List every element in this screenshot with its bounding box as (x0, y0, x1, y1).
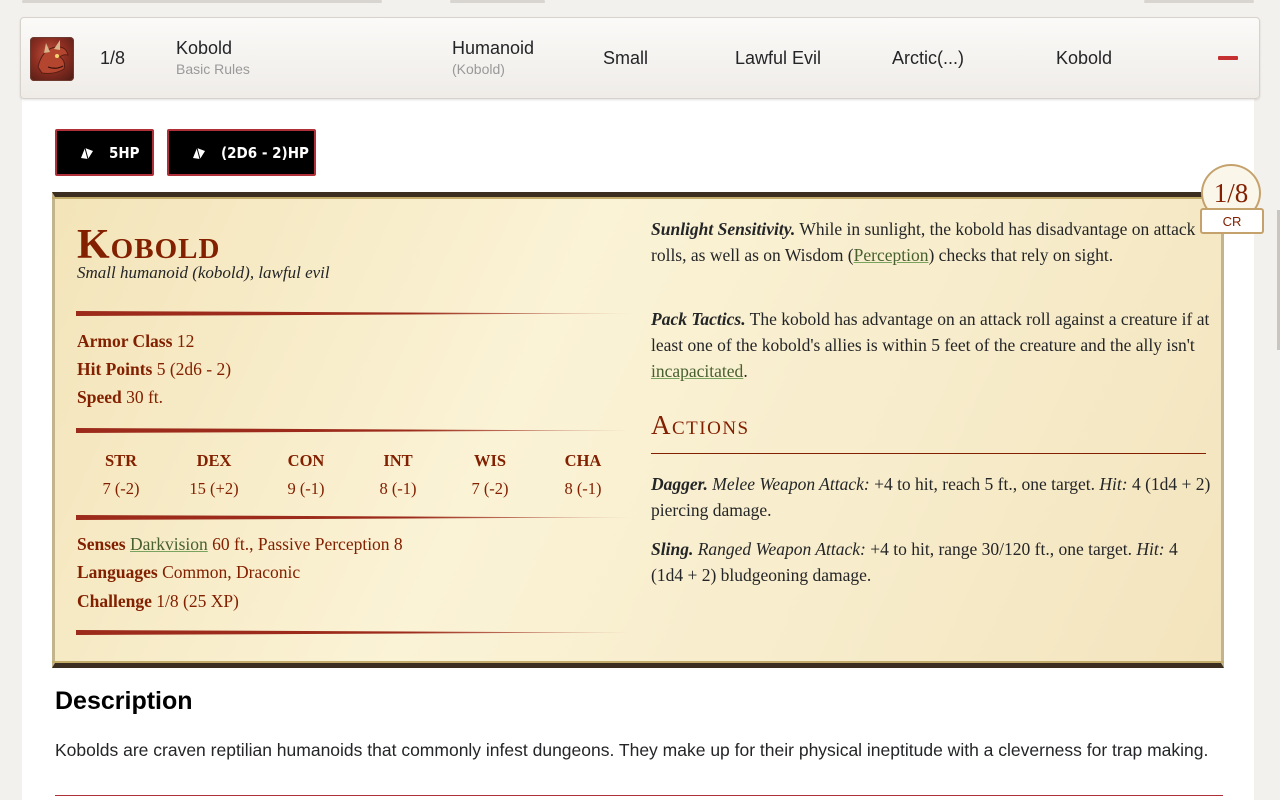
action-type: Melee Weapon Attack: (712, 474, 870, 494)
kobold-portrait-icon[interactable] (30, 37, 74, 81)
monster-alignment: Lawful Evil (735, 48, 822, 68)
languages: Languages Common, Draconic (77, 562, 300, 583)
action-hit-label: Hit: (1136, 539, 1165, 559)
speed-label: Speed (77, 387, 122, 407)
monster-environment: Arctic(...) (892, 48, 964, 68)
ability-name: INT (383, 451, 413, 470)
armor-class-value: 12 (176, 331, 195, 351)
ability-score: 9 (287, 479, 296, 498)
ability-cha: CHA 8 (-1) (548, 451, 618, 499)
monster-type: Humanoid (452, 38, 535, 58)
cr-badge-label: CR (1200, 208, 1264, 234)
roll-hp-average-label: 5HP (109, 143, 140, 162)
page-gutter-left (0, 0, 22, 800)
ability-score: 8 (379, 479, 388, 498)
description-divider (55, 795, 1223, 796)
ability-dex: DEX 15 (+2) (179, 451, 249, 499)
description-heading: Description (55, 687, 193, 715)
ability-name: WIS (473, 451, 507, 470)
ability-modifier: (-1) (391, 479, 417, 498)
ability-score: 15 (189, 479, 206, 498)
action-text: +4 to hit, range 30/120 ft., one target. (870, 539, 1133, 559)
monster-subtype: (Kobold) (452, 61, 505, 77)
ability-name: CHA (564, 451, 602, 470)
trait-sunlight-sensitivity: Sunlight Sensitivity. While in sunlight,… (651, 216, 1211, 268)
hit-points: Hit Points 5 (2d6 - 2) (77, 359, 231, 380)
speed: Speed 30 ft. (77, 387, 163, 408)
ability-score: 7 (471, 479, 480, 498)
ability-name: DEX (196, 451, 232, 470)
tapered-rule (76, 630, 631, 635)
senses-value: 60 ft., Passive Perception 8 (212, 534, 403, 554)
tapered-rule (76, 311, 631, 316)
action-dagger: Dagger. Melee Weapon Attack: +4 to hit, … (651, 471, 1211, 523)
senses: Senses Darkvision 60 ft., Passive Percep… (77, 534, 403, 555)
speed-value: 30 ft. (126, 387, 164, 407)
hit-points-label: Hit Points (77, 359, 153, 379)
ability-modifier: (+2) (210, 479, 239, 498)
ability-int: INT 8 (-1) (363, 451, 433, 499)
trait-text: ) checks that rely on sight. (928, 245, 1114, 265)
roll-hp-formula-button[interactable]: (2D6 - 2)HP (167, 129, 316, 176)
statblock-name: Kobold (77, 222, 221, 268)
action-hit-label: Hit: (1099, 474, 1128, 494)
cr-badge: 1/8 CR (1200, 164, 1264, 238)
statblock-meta: Small humanoid (kobold), lawful evil (77, 263, 330, 282)
actions-rule (651, 453, 1206, 454)
ability-wis: WIS 7 (-2) (455, 451, 525, 499)
senses-label: Senses (77, 534, 126, 554)
action-type: Ranged Weapon Attack: (697, 539, 866, 559)
ability-str: STR 7 (-2) (86, 451, 156, 499)
trait-title: Sunlight Sensitivity. (651, 219, 796, 239)
challenge: Challenge 1/8 (25 XP) (77, 591, 239, 612)
monster-tag: Kobold (1056, 48, 1113, 68)
monster-size: Small (603, 48, 649, 68)
action-sling: Sling. Ranged Weapon Attack: +4 to hit, … (651, 536, 1211, 588)
page-gutter-right (1254, 0, 1280, 800)
languages-label: Languages (77, 562, 158, 582)
perception-link[interactable]: Perception (854, 245, 929, 265)
monster-list-row[interactable]: 1/8 Kobold Basic Rules Humanoid (Kobold)… (20, 17, 1260, 99)
tapered-rule (76, 515, 631, 520)
dice-icon (81, 147, 93, 159)
actions-heading: Actions (651, 410, 750, 440)
trait-title: Pack Tactics. (651, 309, 746, 329)
collapse-minus-icon[interactable] (1218, 56, 1238, 60)
action-title: Dagger. (651, 474, 708, 494)
ability-modifier: (-1) (576, 479, 602, 498)
ability-con: CON 9 (-1) (271, 451, 341, 499)
monster-source: Basic Rules (176, 61, 250, 77)
languages-value: Common, Draconic (162, 562, 301, 582)
challenge-label: Challenge (77, 591, 152, 611)
tapered-rule (76, 428, 631, 433)
darkvision-link[interactable]: Darkvision (130, 534, 208, 554)
ability-score: 8 (564, 479, 573, 498)
monster-cr: 1/8 (100, 48, 126, 68)
hit-points-value: 5 (2d6 - 2) (156, 359, 232, 379)
stat-block: Kobold Small humanoid (kobold), lawful e… (52, 192, 1224, 668)
challenge-value: 1/8 (25 XP) (156, 591, 239, 611)
incapacitated-link[interactable]: incapacitated (651, 361, 743, 381)
ability-modifier: (-2) (483, 479, 509, 498)
ability-name: CON (287, 451, 325, 470)
roll-hp-average-button[interactable]: 5HP (55, 129, 154, 176)
description-text: Kobolds are craven reptilian humanoids t… (55, 740, 1209, 760)
ability-modifier: (-1) (299, 479, 325, 498)
dice-icon (193, 147, 205, 159)
armor-class: Armor Class 12 (77, 331, 194, 352)
action-text: +4 to hit, reach 5 ft., one target. (874, 474, 1096, 494)
armor-class-label: Armor Class (77, 331, 173, 351)
ability-score: 7 (102, 479, 111, 498)
previous-row-edge (22, 0, 1254, 6)
ability-name: STR (104, 451, 138, 470)
roll-hp-formula-label: (2D6 - 2)HP (221, 143, 309, 162)
ability-modifier: (-2) (114, 479, 140, 498)
trait-pack-tactics: Pack Tactics. The kobold has advantage o… (651, 306, 1211, 384)
trait-text: . (743, 361, 748, 381)
monster-name[interactable]: Kobold (176, 38, 232, 59)
action-title: Sling. (651, 539, 694, 559)
